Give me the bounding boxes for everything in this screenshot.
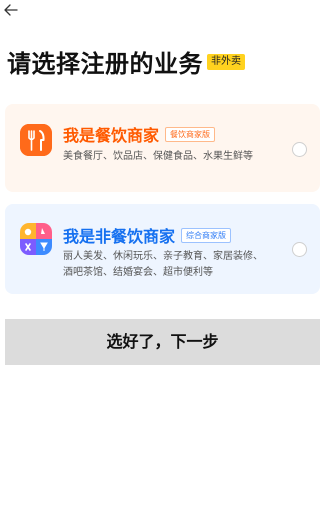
next-step-button[interactable]: 选好了，下一步 (5, 319, 320, 365)
option-badge: 餐饮商家版 (165, 126, 216, 142)
option-radio[interactable] (292, 142, 307, 157)
option-radio[interactable] (292, 242, 307, 257)
fork-knife-icon (20, 124, 52, 156)
option-title: 我是餐饮商家 (63, 126, 160, 145)
option-description: 美食餐厅、饮品店、保健食品、水果生鲜等 (63, 151, 253, 162)
arrow-left-icon[interactable] (2, 1, 20, 19)
leisure-services-icon (20, 223, 52, 255)
option-badge: 综合商家版 (181, 227, 232, 243)
option-title: 我是非餐饮商家 (63, 227, 176, 246)
title-tag: 非外卖 (207, 53, 245, 70)
page-title: 请选择注册的业务 (7, 50, 203, 78)
option-description: 丽人美发、休闲玩乐、亲子教育、家居装修、酒吧茶馆、结婚宴会、超市便利等 (63, 251, 263, 278)
option-title-row: 我是餐饮商家 餐饮商家版 (63, 122, 216, 146)
option-card-food-merchant[interactable]: 我是餐饮商家 餐饮商家版 美食餐厅、饮品店、保健食品、水果生鲜等 (5, 104, 320, 192)
option-title-row: 我是非餐饮商家 综合商家版 (63, 223, 232, 247)
option-card-nonfood-merchant[interactable]: 我是非餐饮商家 综合商家版 丽人美发、休闲玩乐、亲子教育、家居装修、酒吧茶馆、结… (5, 204, 320, 294)
page-title-row: 请选择注册的业务 非外卖 (7, 44, 245, 79)
